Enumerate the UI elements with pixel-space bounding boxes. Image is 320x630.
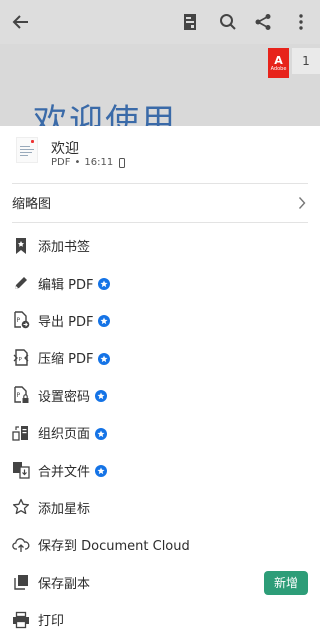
premium-star-icon [95, 465, 108, 478]
export-pdf-icon: P [12, 311, 30, 329]
menu-item-add-bookmark[interactable]: 添加书签 [0, 227, 320, 264]
adobe-logo-icon: A Adobe [268, 48, 289, 78]
premium-star-icon [98, 352, 111, 365]
share-icon[interactable] [251, 10, 275, 34]
menu-item-organize-pages[interactable]: 组织页面 [0, 414, 320, 451]
back-arrow-icon[interactable] [9, 10, 33, 34]
file-thumbnail [16, 137, 38, 163]
lock-file-icon: P [12, 386, 30, 404]
file-type: PDF [51, 157, 71, 168]
print-icon [12, 611, 30, 629]
menu-item-label: 添加书签 [38, 240, 91, 256]
search-icon[interactable] [216, 10, 240, 34]
organize-pages-icon [12, 424, 30, 442]
menu-item-label: 编辑 PDF [38, 277, 94, 293]
divider [12, 222, 308, 223]
menu-item-save-to-document-cloud[interactable]: 保存到 Document Cloud [0, 526, 320, 563]
chevron-right-icon [298, 195, 306, 209]
menu-item-add-star[interactable]: 添加星标 [0, 489, 320, 526]
premium-star-icon [98, 278, 111, 291]
menu-item-label: 合并文件 [38, 464, 91, 480]
file-meta: PDF • 16:11 [51, 157, 126, 168]
page-number-indicator: 1 [292, 48, 320, 74]
premium-star-icon [98, 315, 111, 328]
more-vertical-icon[interactable] [289, 10, 313, 34]
file-info-header: 欢迎 PDF • 16:11 [0, 126, 320, 184]
options-menu: 添加书签 编辑 PDF P 导出 PDF P 压缩 PDF P 设置密码 组织页… [0, 227, 320, 630]
new-badge: 新增 [263, 570, 308, 595]
menu-item-label: 压缩 PDF [38, 352, 94, 368]
reading-mode-icon[interactable] [178, 10, 202, 34]
menu-item-label: 打印 [38, 614, 65, 630]
menu-item-print[interactable]: 打印 [0, 601, 320, 630]
file-time: 16:11 [84, 157, 114, 168]
menu-item-label: 组织页面 [38, 427, 91, 443]
menu-item-save-copy[interactable]: 保存副本 新增 [0, 564, 320, 601]
menu-item-label: 保存副本 [38, 576, 91, 592]
document-options-sheet: 欢迎 PDF • 16:11 缩略图 添加书签 编辑 PDF P 导出 PDF … [0, 126, 320, 630]
premium-star-icon [95, 390, 108, 403]
menu-item-combine-files[interactable]: 合并文件 [0, 451, 320, 488]
combine-files-icon [12, 461, 30, 479]
meta-separator: • [74, 157, 81, 168]
cloud-upload-icon [12, 536, 30, 554]
pencil-icon [12, 274, 30, 292]
copy-icon [12, 573, 30, 591]
menu-item-edit-pdf[interactable]: 编辑 PDF [0, 264, 320, 301]
svg-text:P: P [17, 317, 21, 324]
menu-item-label: 添加星标 [38, 501, 91, 517]
menu-item-compress-pdf[interactable]: P 压缩 PDF [0, 339, 320, 376]
thumbnails-row[interactable]: 缩略图 [0, 184, 320, 222]
phone-icon [119, 157, 126, 168]
compress-pdf-icon: P [12, 349, 30, 367]
svg-text:P: P [17, 392, 21, 399]
menu-item-label: 导出 PDF [38, 314, 94, 330]
bookmark-icon [12, 237, 30, 255]
star-icon [12, 498, 30, 516]
menu-item-label: 保存到 Document Cloud [38, 539, 190, 555]
viewer-top-bar [0, 0, 320, 44]
menu-item-label: 设置密码 [38, 389, 91, 405]
menu-item-set-password[interactable]: P 设置密码 [0, 377, 320, 414]
menu-item-export-pdf[interactable]: P 导出 PDF [0, 302, 320, 339]
svg-text:P: P [19, 357, 23, 363]
file-name: 欢迎 [51, 141, 79, 157]
thumbnails-label: 缩略图 [12, 197, 52, 212]
premium-star-icon [95, 427, 108, 440]
